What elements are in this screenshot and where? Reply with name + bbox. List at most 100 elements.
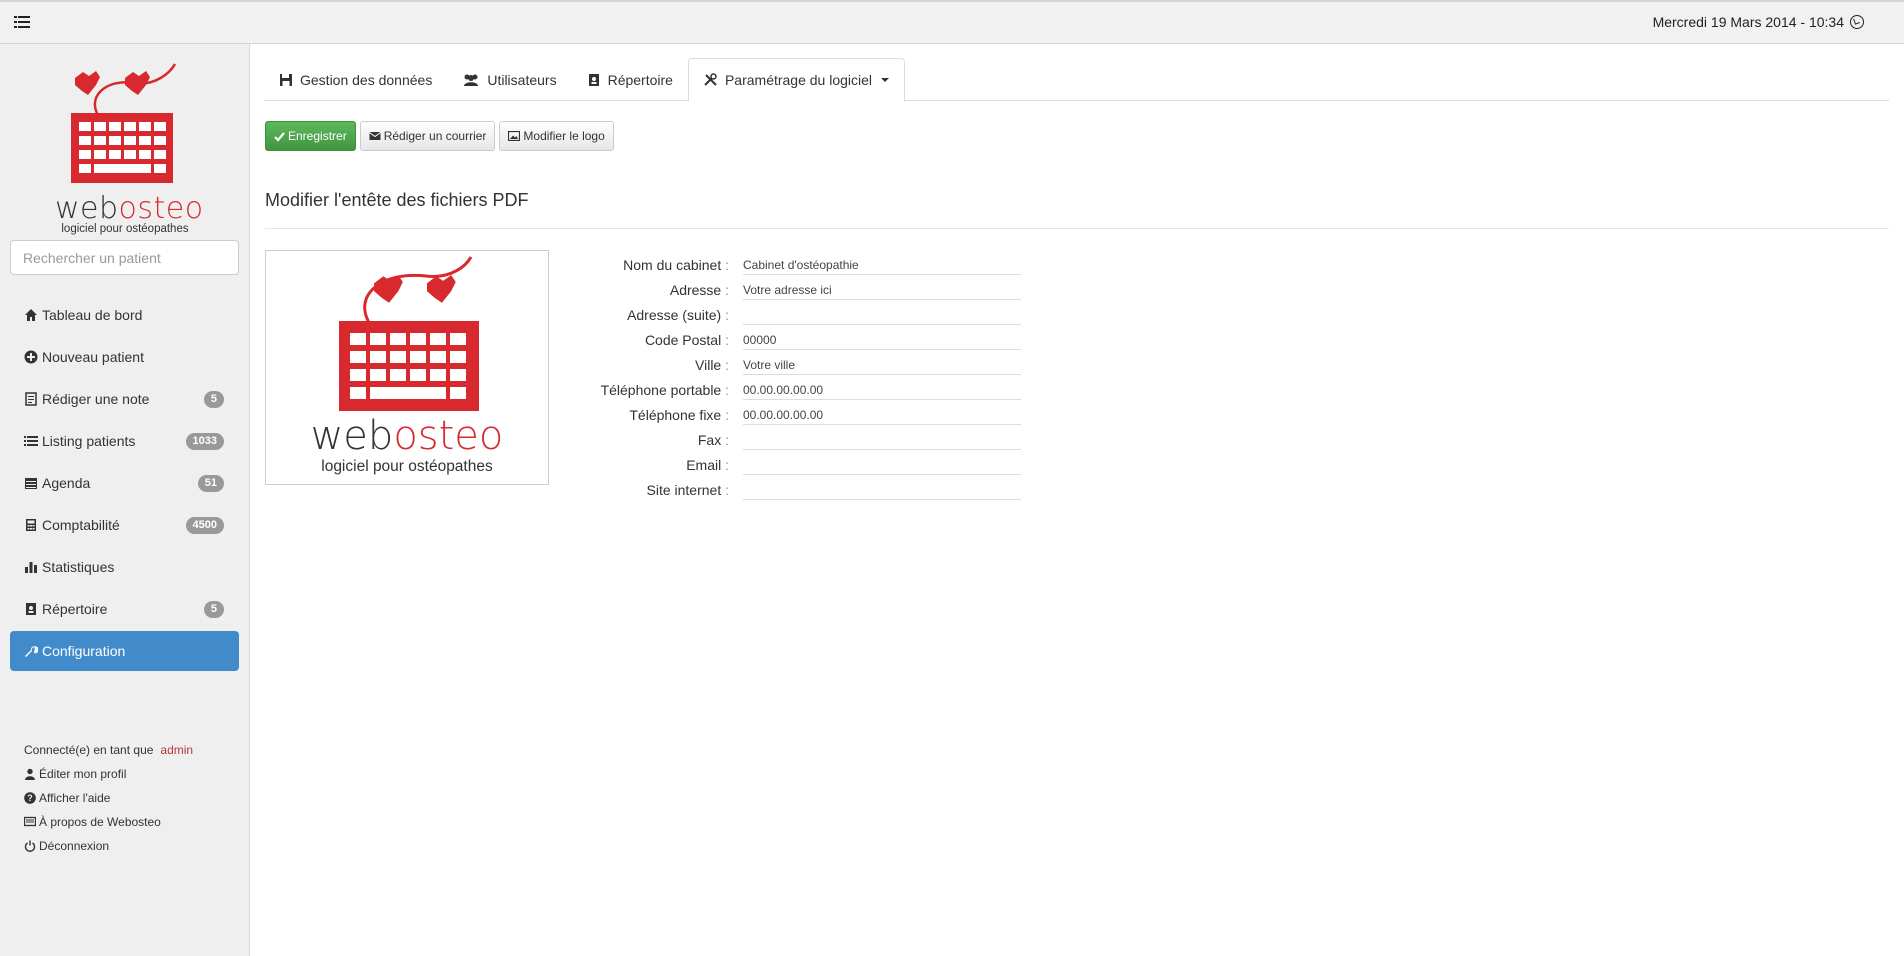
sidebar-nav: Tableau de bord Nouveau patient Rédiger … bbox=[10, 295, 239, 673]
question-circle-icon: ? bbox=[24, 792, 36, 804]
logout-link[interactable]: Déconnexion bbox=[24, 834, 193, 858]
landline-phone-label: Téléphone fixe : bbox=[629, 407, 729, 423]
website-label-text: Site internet bbox=[646, 482, 722, 498]
tab-directory[interactable]: Répertoire bbox=[572, 58, 688, 101]
sidebar-item-agenda[interactable]: Agenda 51 bbox=[10, 463, 239, 503]
form-row-fax: Fax : bbox=[560, 425, 1021, 450]
sidebar-item-new-patient[interactable]: Nouveau patient bbox=[10, 337, 239, 377]
postal-code-label-text: Code Postal bbox=[644, 332, 722, 348]
help-link[interactable]: ? Afficher l'aide bbox=[24, 786, 193, 810]
website-label: Site internet : bbox=[646, 482, 730, 498]
user-menu: Connecté(e) en tant que admin Éditer mon … bbox=[24, 738, 193, 858]
note-count-badge: 5 bbox=[203, 391, 224, 408]
logo-preview: webosteo logiciel pour ostéopathes bbox=[265, 250, 549, 485]
logo-wordmark-part1: web bbox=[55, 191, 119, 226]
city-label: Ville : bbox=[695, 357, 729, 373]
address-field[interactable] bbox=[743, 280, 1021, 300]
sidebar-item-label: Répertoire bbox=[42, 601, 108, 617]
app-logo[interactable]: webosteo logiciel pour ostéopathes bbox=[55, 58, 203, 235]
bar-chart-icon bbox=[24, 560, 38, 574]
sidebar-item-patient-listing[interactable]: Listing patients 1033 bbox=[10, 421, 239, 461]
sidebar-item-write-note[interactable]: Rédiger une note 5 bbox=[10, 379, 239, 419]
current-datetime: Mercredi 19 Mars 2014 - 10:34 bbox=[1653, 14, 1864, 30]
form-row-postal-code: Code Postal : bbox=[560, 325, 1021, 350]
address-book-icon bbox=[24, 602, 38, 616]
connected-as: Connecté(e) en tant que admin bbox=[24, 738, 193, 762]
about-link[interactable]: À propos de Webosteo bbox=[24, 810, 193, 834]
write-letter-button[interactable]: Rédiger un courrier bbox=[359, 121, 496, 151]
sidebar: webosteo logiciel pour ostéopathes Table… bbox=[0, 44, 250, 956]
office-name-label: Nom du cabinet : bbox=[623, 257, 729, 273]
postal-code-field[interactable] bbox=[743, 330, 1021, 350]
address-label-text: Adresse bbox=[669, 282, 722, 298]
sidebar-item-dashboard[interactable]: Tableau de bord bbox=[10, 295, 239, 335]
sidebar-item-statistics[interactable]: Statistiques bbox=[10, 547, 239, 587]
tab-label: Répertoire bbox=[607, 71, 673, 88]
email-label: Email : bbox=[686, 457, 729, 473]
edit-profile-label: Éditer mon profil bbox=[39, 767, 127, 781]
sidebar-item-directory[interactable]: Répertoire 5 bbox=[10, 589, 239, 629]
power-icon bbox=[24, 840, 36, 852]
menu-list-icon[interactable] bbox=[14, 15, 30, 29]
username-link[interactable]: admin bbox=[160, 741, 193, 759]
mobile-phone-field[interactable] bbox=[743, 380, 1021, 400]
form-row-mobile-phone: Téléphone portable : bbox=[560, 375, 1021, 400]
wrench-icon bbox=[24, 644, 38, 658]
patient-search-input[interactable] bbox=[10, 240, 239, 275]
edit-profile-link[interactable]: Éditer mon profil bbox=[24, 762, 193, 786]
svg-text:?: ? bbox=[27, 793, 33, 803]
website-field[interactable] bbox=[743, 480, 1021, 500]
form-row-office-name: Nom du cabinet : bbox=[560, 250, 1021, 275]
fax-label: Fax : bbox=[697, 432, 729, 448]
fax-field[interactable] bbox=[743, 430, 1021, 450]
form-row-email: Email : bbox=[560, 450, 1021, 475]
logo-preview-wordmark-part2: osteo bbox=[393, 413, 504, 459]
action-toolbar: Enregistrer Rédiger un courrier Modifier… bbox=[265, 121, 614, 151]
mobile-phone-label: Téléphone portable : bbox=[600, 382, 729, 398]
city-field[interactable] bbox=[743, 355, 1021, 375]
logo-preview-tagline: logiciel pour ostéopathes bbox=[321, 458, 493, 475]
sidebar-item-configuration[interactable]: Configuration bbox=[10, 631, 239, 671]
clock-icon bbox=[1850, 15, 1864, 29]
connected-as-label: Connecté(e) en tant que bbox=[24, 743, 154, 757]
city-label-text: Ville bbox=[695, 357, 722, 373]
help-label: Afficher l'aide bbox=[39, 791, 111, 805]
address-book-icon bbox=[588, 73, 599, 86]
sidebar-item-accounting[interactable]: Comptabilité 4500 bbox=[10, 505, 239, 545]
email-label-text: Email bbox=[686, 457, 722, 473]
directory-count-badge: 5 bbox=[203, 601, 224, 618]
office-name-label-text: Nom du cabinet bbox=[623, 257, 722, 273]
logo-preview-wordmark-part1: web bbox=[310, 413, 394, 459]
calculator-icon bbox=[24, 518, 38, 532]
logo-wordmark-part2: osteo bbox=[118, 191, 204, 226]
tab-data-management[interactable]: Gestion des données bbox=[264, 58, 447, 101]
about-label: À propos de Webosteo bbox=[39, 815, 161, 829]
form-row-address-2: Adresse (suite) : bbox=[560, 300, 1021, 325]
check-icon bbox=[274, 131, 285, 142]
pdf-header-form: Nom du cabinet : Adresse : Adresse (suit… bbox=[560, 250, 1021, 500]
accounting-count-badge: 4500 bbox=[185, 517, 224, 534]
tab-software-settings[interactable]: Paramétrage du logiciel bbox=[687, 58, 906, 102]
list-icon bbox=[24, 434, 38, 448]
fax-label-text: Fax bbox=[697, 432, 722, 448]
form-row-landline-phone: Téléphone fixe : bbox=[560, 400, 1021, 425]
landline-phone-field[interactable] bbox=[743, 405, 1021, 425]
email-field[interactable] bbox=[743, 455, 1021, 475]
sidebar-item-label: Rédiger une note bbox=[42, 391, 150, 407]
office-name-field[interactable] bbox=[743, 255, 1021, 275]
tab-label: Paramétrage du logiciel bbox=[724, 72, 873, 88]
save-button[interactable]: Enregistrer bbox=[265, 121, 356, 151]
tab-label: Gestion des données bbox=[300, 71, 433, 88]
settings-tabs: Gestion des données Utilisateurs Réperto… bbox=[264, 58, 1889, 102]
users-icon bbox=[464, 74, 479, 86]
change-logo-button[interactable]: Modifier le logo bbox=[499, 121, 614, 151]
address-2-field[interactable] bbox=[743, 305, 1021, 325]
sidebar-item-label: Comptabilité bbox=[42, 517, 120, 533]
user-icon bbox=[25, 768, 35, 780]
address-2-label-text: Adresse (suite) bbox=[627, 307, 722, 323]
landline-phone-label-text: Téléphone fixe bbox=[629, 407, 722, 423]
tools-icon bbox=[704, 73, 717, 86]
save-icon bbox=[280, 73, 292, 86]
tab-users[interactable]: Utilisateurs bbox=[447, 58, 571, 101]
write-letter-button-label: Rédiger un courrier bbox=[383, 129, 487, 143]
